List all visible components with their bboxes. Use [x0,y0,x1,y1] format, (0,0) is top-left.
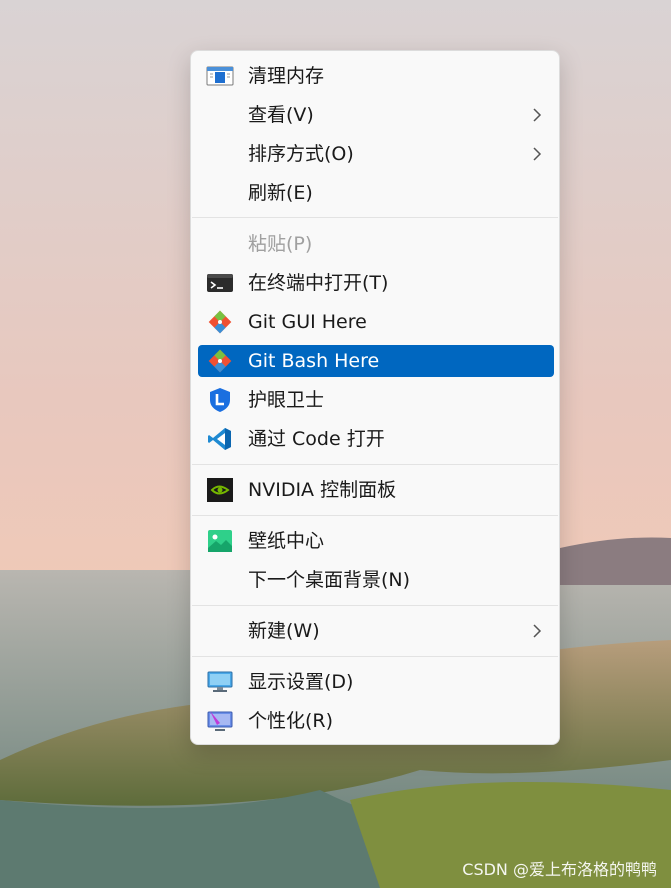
wallpaper-icon [206,529,234,553]
personalize-icon [206,709,234,733]
menu-item-label: 壁纸中心 [248,530,325,552]
menu-separator [192,464,558,465]
git-icon [206,349,234,373]
menu-item-git-gui-here[interactable]: Git GUI Here [198,306,554,338]
menu-item-label: 粘贴(P) [248,233,313,255]
menu-item-label: 通过 Code 打开 [248,428,385,450]
eye-guard-shield-icon [206,388,234,412]
menu-item-clean-memory[interactable]: 清理内存 [198,60,554,92]
menu-item-label: 护眼卫士 [248,389,325,411]
menu-item-nvidia-control-panel[interactable]: NVIDIA 控制面板 [198,474,554,506]
vscode-icon [206,427,234,451]
menu-item-label: NVIDIA 控制面板 [248,479,397,501]
menu-item-label: 新建(W) [248,620,320,642]
menu-item-personalize[interactable]: 个性化(R) [198,705,554,737]
menu-item-display-settings[interactable]: 显示设置(D) [198,666,554,698]
menu-item-sort-by[interactable]: 排序方式(O) [198,138,554,170]
menu-item-view[interactable]: 查看(V) [198,99,554,131]
menu-item-label: 个性化(R) [248,710,334,732]
nvidia-icon [206,478,234,502]
menu-item-git-bash-here[interactable]: Git Bash Here [198,345,554,377]
menu-item-paste: 粘贴(P) [198,228,554,260]
memory-clean-icon [206,64,234,88]
display-icon [206,670,234,694]
menu-item-label: 下一个桌面背景(N) [248,569,411,591]
menu-separator [192,656,558,657]
menu-separator [192,515,558,516]
terminal-icon [206,271,234,295]
menu-item-label: 排序方式(O) [248,143,354,165]
menu-item-label: 清理内存 [248,65,325,87]
menu-item-label: 在终端中打开(T) [248,272,389,294]
chevron-right-icon [533,108,542,122]
menu-item-refresh[interactable]: 刷新(E) [198,177,554,209]
menu-item-label: 刷新(E) [248,182,313,204]
desktop-context-menu: 清理内存 查看(V) 排序方式(O) 刷新(E) 粘贴(P) 在终端中打开(T) [190,50,560,745]
menu-item-eye-guard[interactable]: 护眼卫士 [198,384,554,416]
menu-item-wallpaper-center[interactable]: 壁纸中心 [198,525,554,557]
menu-item-open-with-code[interactable]: 通过 Code 打开 [198,423,554,455]
menu-item-new[interactable]: 新建(W) [198,615,554,647]
chevron-right-icon [533,624,542,638]
menu-item-label: 显示设置(D) [248,671,354,693]
menu-item-label: Git GUI Here [248,311,367,333]
menu-item-label: Git Bash Here [248,350,380,372]
menu-item-open-in-terminal[interactable]: 在终端中打开(T) [198,267,554,299]
menu-item-label: 查看(V) [248,104,314,126]
watermark-text: CSDN @爱上布洛格的鸭鸭 [462,860,657,879]
chevron-right-icon [533,147,542,161]
git-icon [206,310,234,334]
menu-separator [192,605,558,606]
menu-item-next-desktop-background[interactable]: 下一个桌面背景(N) [198,564,554,596]
menu-separator [192,217,558,218]
